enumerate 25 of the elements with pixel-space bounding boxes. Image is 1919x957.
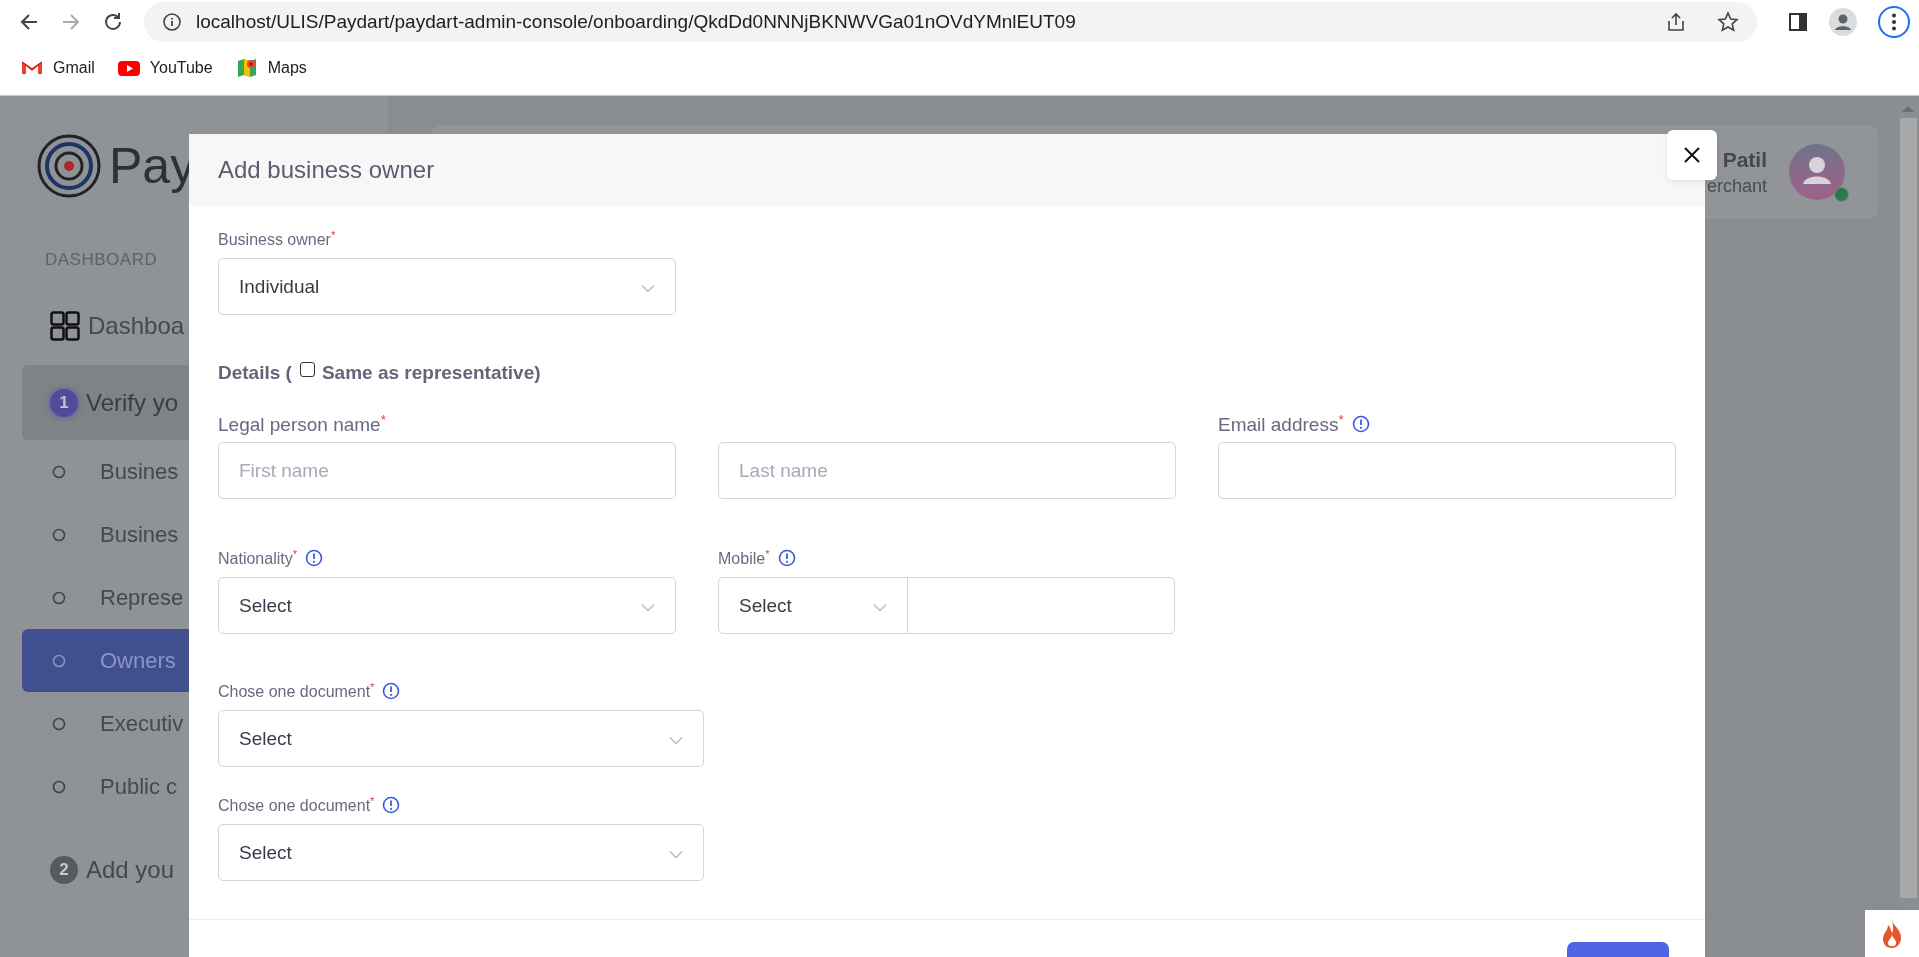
user-role: erchant	[1706, 175, 1767, 197]
field-label: Email address$^{*}$	[1218, 411, 1344, 437]
item-label: Dashboa	[88, 312, 185, 340]
logo-text: Pay	[109, 137, 196, 195]
step-label: Add you	[86, 855, 175, 884]
section-heading: Details (	[218, 362, 292, 384]
field-label: Chose one document$^{*}$	[218, 680, 375, 702]
item-label: Busines	[100, 521, 179, 548]
dialog-title: Add business owner	[218, 156, 435, 184]
item-label: Owners	[100, 647, 176, 674]
user-name: Patil	[1722, 147, 1767, 172]
item-label: Busines	[100, 458, 179, 485]
field-label: Nationality$^{*}$	[218, 547, 298, 569]
field-label: Mobile$^{*}$	[718, 547, 770, 569]
field-label: Business owner$^{*}$	[218, 228, 336, 250]
item-label: Represe	[100, 584, 184, 611]
step-number: 2	[50, 855, 78, 884]
url-text: localhost/ULIS/Paydart/paydart-admin-console/onboarding/QkdDd0NNNjBKNWVGa01nOVdYMnlEUT09	[196, 11, 1076, 33]
step-number: 1	[50, 388, 78, 417]
item-label: Public c	[100, 773, 178, 800]
checkbox-label: Same as representative)	[321, 362, 541, 384]
field-label: Legal person name$^{*}$	[218, 411, 386, 437]
item-label: Executiv	[100, 710, 184, 737]
step-label: Verify yo	[86, 388, 179, 417]
field-label: Chose one document$^{*}$	[218, 794, 375, 816]
